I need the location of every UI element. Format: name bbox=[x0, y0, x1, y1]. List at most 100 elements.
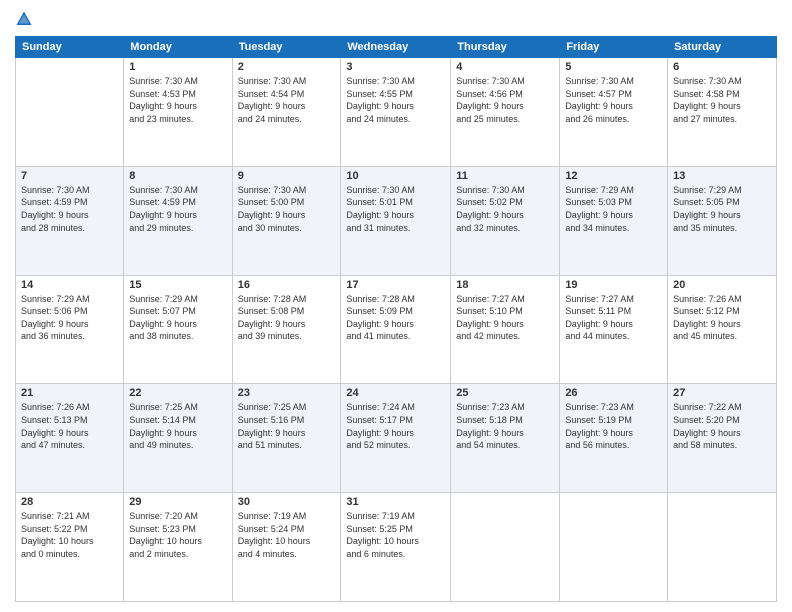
day-number: 21 bbox=[21, 387, 118, 399]
day-info: Sunrise: 7:30 AM Sunset: 4:56 PM Dayligh… bbox=[456, 75, 554, 125]
day-number: 30 bbox=[238, 496, 336, 508]
day-cell: 6 Sunrise: 7:30 AM Sunset: 4:58 PM Daylig… bbox=[668, 58, 777, 167]
day-info: Sunrise: 7:25 AM Sunset: 5:14 PM Dayligh… bbox=[129, 401, 226, 451]
day-cell: 12 Sunrise: 7:29 AM Sunset: 5:03 PM Dayli… bbox=[560, 166, 668, 275]
col-header-sunday: Sunday bbox=[16, 37, 124, 58]
day-info: Sunrise: 7:27 AM Sunset: 5:11 PM Dayligh… bbox=[565, 293, 662, 343]
day-number: 1 bbox=[129, 61, 226, 73]
day-number: 19 bbox=[565, 279, 662, 291]
day-number: 6 bbox=[673, 61, 771, 73]
day-info: Sunrise: 7:30 AM Sunset: 4:59 PM Dayligh… bbox=[129, 184, 226, 234]
day-info: Sunrise: 7:29 AM Sunset: 5:06 PM Dayligh… bbox=[21, 293, 118, 343]
day-cell: 7Sunrise: 7:30 AM Sunset: 4:59 PM Daylig… bbox=[16, 166, 124, 275]
day-number: 12 bbox=[565, 170, 662, 182]
day-cell: 2 Sunrise: 7:30 AM Sunset: 4:54 PM Daylig… bbox=[232, 58, 341, 167]
day-cell: 27 Sunrise: 7:22 AM Sunset: 5:20 PM Dayli… bbox=[668, 384, 777, 493]
day-cell bbox=[560, 493, 668, 602]
day-number: 10 bbox=[346, 170, 445, 182]
day-cell: 20 Sunrise: 7:26 AM Sunset: 5:12 PM Dayli… bbox=[668, 275, 777, 384]
day-number: 25 bbox=[456, 387, 554, 399]
day-info: Sunrise: 7:27 AM Sunset: 5:10 PM Dayligh… bbox=[456, 293, 554, 343]
calendar-body: 1 Sunrise: 7:30 AM Sunset: 4:53 PM Daylig… bbox=[16, 58, 777, 602]
day-number: 4 bbox=[456, 61, 554, 73]
day-cell: 5 Sunrise: 7:30 AM Sunset: 4:57 PM Daylig… bbox=[560, 58, 668, 167]
week-row-1: 1 Sunrise: 7:30 AM Sunset: 4:53 PM Daylig… bbox=[16, 58, 777, 167]
day-cell: 26 Sunrise: 7:23 AM Sunset: 5:19 PM Dayli… bbox=[560, 384, 668, 493]
day-number: 26 bbox=[565, 387, 662, 399]
day-number: 20 bbox=[673, 279, 771, 291]
col-header-saturday: Saturday bbox=[668, 37, 777, 58]
day-info: Sunrise: 7:23 AM Sunset: 5:19 PM Dayligh… bbox=[565, 401, 662, 451]
day-cell: 4 Sunrise: 7:30 AM Sunset: 4:56 PM Daylig… bbox=[451, 58, 560, 167]
day-number: 9 bbox=[238, 170, 336, 182]
day-number: 31 bbox=[346, 496, 445, 508]
day-info: Sunrise: 7:30 AM Sunset: 4:55 PM Dayligh… bbox=[346, 75, 445, 125]
day-cell: 13Sunrise: 7:29 AM Sunset: 5:05 PM Dayli… bbox=[668, 166, 777, 275]
day-info: Sunrise: 7:26 AM Sunset: 5:12 PM Dayligh… bbox=[673, 293, 771, 343]
day-cell: 19 Sunrise: 7:27 AM Sunset: 5:11 PM Dayli… bbox=[560, 275, 668, 384]
day-number: 7 bbox=[21, 170, 118, 182]
day-number: 27 bbox=[673, 387, 771, 399]
day-number: 3 bbox=[346, 61, 445, 73]
day-cell bbox=[16, 58, 124, 167]
day-cell: 28 Sunrise: 7:21 AM Sunset: 5:22 PM Dayli… bbox=[16, 493, 124, 602]
header-row: SundayMondayTuesdayWednesdayThursdayFrid… bbox=[16, 37, 777, 58]
col-header-tuesday: Tuesday bbox=[232, 37, 341, 58]
day-info: Sunrise: 7:19 AM Sunset: 5:25 PM Dayligh… bbox=[346, 510, 445, 560]
day-number: 28 bbox=[21, 496, 118, 508]
day-info: Sunrise: 7:19 AM Sunset: 5:24 PM Dayligh… bbox=[238, 510, 336, 560]
day-info: Sunrise: 7:21 AM Sunset: 5:22 PM Dayligh… bbox=[21, 510, 118, 560]
col-header-thursday: Thursday bbox=[451, 37, 560, 58]
day-number: 5 bbox=[565, 61, 662, 73]
day-number: 18 bbox=[456, 279, 554, 291]
day-cell: 10 Sunrise: 7:30 AM Sunset: 5:01 PM Dayli… bbox=[341, 166, 451, 275]
day-info: Sunrise: 7:24 AM Sunset: 5:17 PM Dayligh… bbox=[346, 401, 445, 451]
day-number: 14 bbox=[21, 279, 118, 291]
day-cell: 25Sunrise: 7:23 AM Sunset: 5:18 PM Dayli… bbox=[451, 384, 560, 493]
calendar-header: SundayMondayTuesdayWednesdayThursdayFrid… bbox=[16, 37, 777, 58]
day-info: Sunrise: 7:22 AM Sunset: 5:20 PM Dayligh… bbox=[673, 401, 771, 451]
day-info: Sunrise: 7:20 AM Sunset: 5:23 PM Dayligh… bbox=[129, 510, 226, 560]
day-info: Sunrise: 7:29 AM Sunset: 5:03 PM Dayligh… bbox=[565, 184, 662, 234]
day-cell bbox=[668, 493, 777, 602]
day-number: 17 bbox=[346, 279, 445, 291]
day-info: Sunrise: 7:26 AM Sunset: 5:13 PM Dayligh… bbox=[21, 401, 118, 451]
day-info: Sunrise: 7:30 AM Sunset: 5:00 PM Dayligh… bbox=[238, 184, 336, 234]
day-cell: 21 Sunrise: 7:26 AM Sunset: 5:13 PM Dayli… bbox=[16, 384, 124, 493]
day-number: 8 bbox=[129, 170, 226, 182]
day-info: Sunrise: 7:30 AM Sunset: 4:58 PM Dayligh… bbox=[673, 75, 771, 125]
week-row-5: 28 Sunrise: 7:21 AM Sunset: 5:22 PM Dayli… bbox=[16, 493, 777, 602]
calendar-table: SundayMondayTuesdayWednesdayThursdayFrid… bbox=[15, 36, 777, 602]
day-cell: 31 Sunrise: 7:19 AM Sunset: 5:25 PM Dayli… bbox=[341, 493, 451, 602]
day-cell: 24Sunrise: 7:24 AM Sunset: 5:17 PM Dayli… bbox=[341, 384, 451, 493]
day-cell: 1 Sunrise: 7:30 AM Sunset: 4:53 PM Daylig… bbox=[124, 58, 232, 167]
calendar-page: SundayMondayTuesdayWednesdayThursdayFrid… bbox=[0, 0, 792, 612]
day-cell: 15 Sunrise: 7:29 AM Sunset: 5:07 PM Dayli… bbox=[124, 275, 232, 384]
week-row-2: 7 Sunrise: 7:30 AM Sunset: 4:59 PM Daylig… bbox=[16, 166, 777, 275]
day-cell: 18 Sunrise: 7:27 AM Sunset: 5:10 PM Dayli… bbox=[451, 275, 560, 384]
day-info: Sunrise: 7:28 AM Sunset: 5:08 PM Dayligh… bbox=[238, 293, 336, 343]
day-info: Sunrise: 7:30 AM Sunset: 5:01 PM Dayligh… bbox=[346, 184, 445, 234]
col-header-friday: Friday bbox=[560, 37, 668, 58]
day-info: Sunrise: 7:25 AM Sunset: 5:16 PM Dayligh… bbox=[238, 401, 336, 451]
week-row-3: 14 Sunrise: 7:29 AM Sunset: 5:06 PM Dayli… bbox=[16, 275, 777, 384]
day-number: 16 bbox=[238, 279, 336, 291]
day-number: 22 bbox=[129, 387, 226, 399]
day-cell: 30 Sunrise: 7:19 AM Sunset: 5:24 PM Dayli… bbox=[232, 493, 341, 602]
day-info: Sunrise: 7:30 AM Sunset: 4:53 PM Dayligh… bbox=[129, 75, 226, 125]
day-cell: 11Sunrise: 7:30 AM Sunset: 5:02 PM Dayli… bbox=[451, 166, 560, 275]
day-number: 11 bbox=[456, 170, 554, 182]
day-cell: 8 Sunrise: 7:30 AM Sunset: 4:59 PM Daylig… bbox=[124, 166, 232, 275]
day-cell: 3 Sunrise: 7:30 AM Sunset: 4:55 PM Daylig… bbox=[341, 58, 451, 167]
day-number: 15 bbox=[129, 279, 226, 291]
day-number: 2 bbox=[238, 61, 336, 73]
day-info: Sunrise: 7:30 AM Sunset: 4:54 PM Dayligh… bbox=[238, 75, 336, 125]
header bbox=[15, 10, 777, 28]
day-info: Sunrise: 7:29 AM Sunset: 5:07 PM Dayligh… bbox=[129, 293, 226, 343]
day-number: 23 bbox=[238, 387, 336, 399]
day-info: Sunrise: 7:29 AM Sunset: 5:05 PM Dayligh… bbox=[673, 184, 771, 234]
week-row-4: 21 Sunrise: 7:26 AM Sunset: 5:13 PM Dayli… bbox=[16, 384, 777, 493]
day-info: Sunrise: 7:30 AM Sunset: 4:57 PM Dayligh… bbox=[565, 75, 662, 125]
day-cell: 9 Sunrise: 7:30 AM Sunset: 5:00 PM Daylig… bbox=[232, 166, 341, 275]
day-cell: 23 Sunrise: 7:25 AM Sunset: 5:16 PM Dayli… bbox=[232, 384, 341, 493]
